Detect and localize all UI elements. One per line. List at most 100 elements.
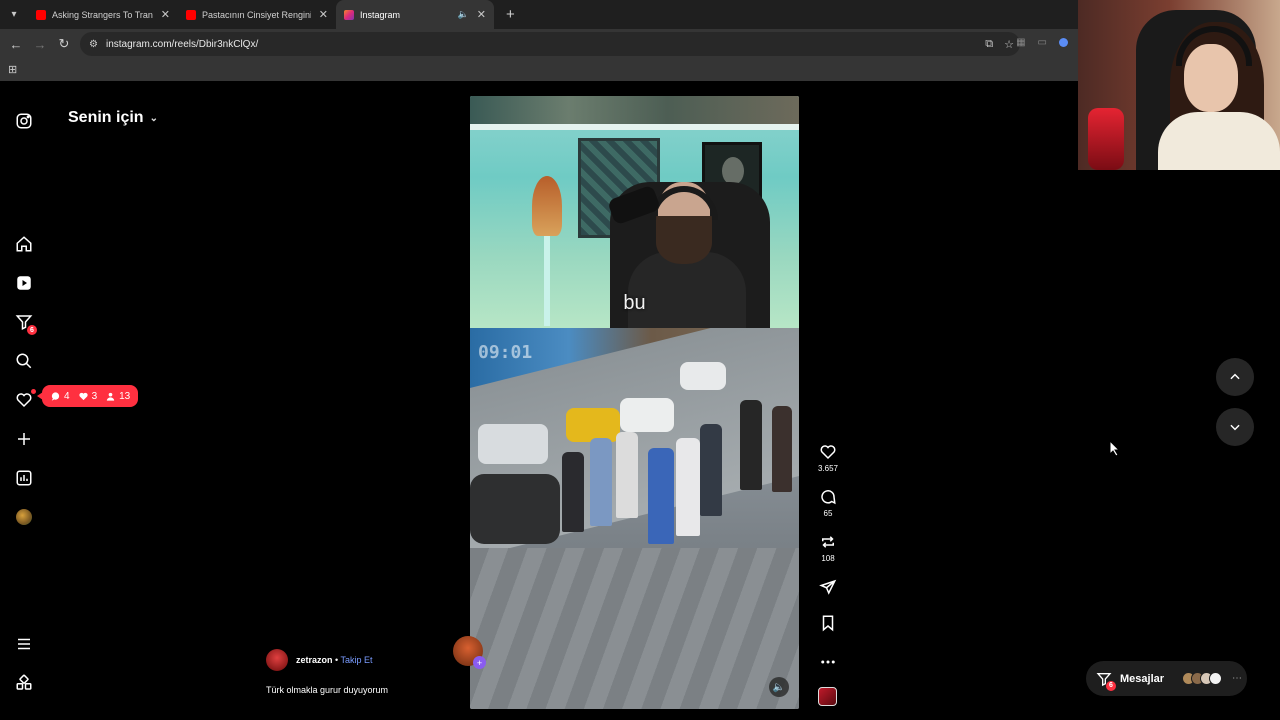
feed-selector[interactable]: Senin için ⌄ bbox=[68, 109, 158, 127]
bystander bbox=[590, 438, 612, 526]
address-bar[interactable]: ⚙ instagram.com/reels/Dbir3nkClQx/ ⧉ ☆ bbox=[80, 32, 1020, 56]
close-tab-icon[interactable]: ✕ bbox=[477, 8, 486, 21]
forward-arrow-icon[interactable]: → bbox=[28, 37, 52, 52]
volume-toggle-icon[interactable]: 🔈 bbox=[769, 677, 789, 697]
follow-plus-icon[interactable]: + bbox=[473, 656, 486, 669]
home-icon[interactable] bbox=[14, 234, 34, 254]
author-avatar[interactable] bbox=[266, 649, 288, 671]
sidebar: 6 bbox=[0, 81, 48, 720]
speaker-icon[interactable]: 🔈 bbox=[458, 9, 469, 20]
apps-grid-icon[interactable]: ⊞ bbox=[8, 63, 17, 76]
new-tab-button[interactable]: + bbox=[506, 6, 515, 23]
heart-icon[interactable] bbox=[14, 389, 36, 410]
reels-icon[interactable] bbox=[14, 273, 34, 293]
separator-dot: • bbox=[335, 655, 339, 665]
creator-avatar[interactable]: + bbox=[453, 636, 486, 669]
recent-chat-avatars bbox=[1182, 672, 1223, 685]
repost-button[interactable]: 108 bbox=[813, 533, 843, 563]
send-icon bbox=[819, 579, 837, 595]
author-username[interactable]: zetrazon bbox=[296, 655, 333, 665]
follow-count-group: 13 bbox=[105, 391, 130, 402]
headset bbox=[650, 186, 718, 220]
like-count: 3.657 bbox=[817, 464, 839, 473]
bystander bbox=[700, 424, 722, 516]
create-plus-icon[interactable] bbox=[14, 429, 34, 449]
white-car bbox=[680, 362, 726, 390]
notification-dot bbox=[31, 389, 36, 394]
bystander bbox=[562, 452, 584, 532]
comment-count-group: 4 bbox=[50, 391, 70, 402]
filter-badge: 6 bbox=[27, 325, 37, 335]
youtube-favicon-icon bbox=[36, 9, 46, 20]
tab-title: Pastacının Cinsiyet Rengini Karıştırdı bbox=[202, 9, 311, 20]
follow-link[interactable]: Takip Et bbox=[341, 655, 373, 665]
tab-instagram[interactable]: Instagram 🔈 ✕ bbox=[336, 0, 494, 29]
tab-title: Asking Strangers To Transform bbox=[52, 9, 153, 20]
reel-video[interactable]: bu 09:01 🔈 bbox=[470, 96, 799, 709]
share-button[interactable] bbox=[813, 578, 843, 596]
comment-button[interactable]: 65 bbox=[813, 488, 843, 518]
back-arrow-icon[interactable]: ← bbox=[4, 37, 28, 52]
dashboard-icon[interactable] bbox=[14, 468, 34, 488]
menu-icon[interactable] bbox=[14, 634, 34, 654]
comment-count: 65 bbox=[823, 509, 833, 518]
profile-avatar-icon[interactable] bbox=[1059, 38, 1068, 47]
save-button[interactable] bbox=[813, 614, 843, 632]
mouse-cursor-icon bbox=[1109, 440, 1121, 457]
url-text[interactable]: instagram.com/reels/Dbir3nkClQx/ bbox=[106, 39, 258, 50]
browser-toolbar: ← → ↻ ⚙ instagram.com/reels/Dbir3nkClQx/… bbox=[0, 29, 1078, 59]
messages-filter-icon[interactable]: 6 bbox=[14, 312, 37, 335]
streamer-scene: bu bbox=[470, 96, 799, 332]
notification-summary-pill[interactable]: 4 3 13 bbox=[36, 385, 139, 407]
shelf-edge bbox=[470, 124, 799, 130]
extensions-icon[interactable]: ▦ bbox=[1016, 37, 1025, 48]
streamer-beard bbox=[656, 216, 712, 264]
bystander bbox=[616, 432, 638, 518]
profile-avatar-image bbox=[16, 509, 32, 525]
webcam-overlay bbox=[1078, 0, 1280, 170]
heart-outline-icon bbox=[820, 445, 836, 460]
instagram-logo-icon[interactable] bbox=[14, 111, 34, 131]
like-count-group: 3 bbox=[78, 390, 98, 402]
toolbar-right: ▦ ▭ bbox=[1016, 37, 1068, 48]
bystander bbox=[676, 438, 700, 536]
video-subtitle: bu bbox=[623, 292, 646, 314]
bookmark-star-icon[interactable]: ☆ bbox=[1004, 38, 1014, 51]
close-tab-icon[interactable]: ✕ bbox=[319, 8, 328, 21]
repost-count: 108 bbox=[821, 554, 835, 563]
reload-icon[interactable]: ↻ bbox=[52, 36, 76, 52]
original-audio-thumbnail[interactable] bbox=[818, 687, 837, 706]
cctv-timestamp: 09:01 bbox=[478, 342, 533, 363]
like-button[interactable]: 3.657 bbox=[813, 443, 843, 473]
meta-apps-icon[interactable] bbox=[14, 673, 34, 693]
tab-search-chevron-icon[interactable]: ▾ bbox=[4, 5, 24, 25]
follow-notif-count: 13 bbox=[119, 390, 131, 402]
more-chats-icon: ⋯ bbox=[1232, 673, 1243, 684]
profile-avatar[interactable] bbox=[14, 507, 34, 527]
yellow-taxi bbox=[566, 408, 620, 442]
chat-avatar bbox=[1209, 672, 1223, 685]
lamp bbox=[532, 176, 562, 236]
like-notif-count: 3 bbox=[91, 390, 98, 402]
messages-button[interactable]: 6 Mesajlar ⋯ bbox=[1086, 661, 1247, 696]
search-icon[interactable] bbox=[14, 351, 34, 371]
webcam-microphone bbox=[1088, 108, 1124, 170]
site-info-icon[interactable]: ⚙ bbox=[89, 39, 98, 50]
wet-sidewalk bbox=[470, 548, 799, 709]
caption-text: Türk olmakla gurur duyuyorum bbox=[266, 685, 389, 695]
tab-youtube-1[interactable]: Asking Strangers To Transform ✕ bbox=[28, 0, 178, 29]
close-tab-icon[interactable]: ✕ bbox=[161, 8, 170, 21]
browser-tab-bar: ▾ Asking Strangers To Transform ✕ Pastac… bbox=[0, 0, 1078, 29]
bystander bbox=[648, 448, 674, 544]
tab-title: Instagram bbox=[360, 9, 401, 20]
previous-reel-button[interactable] bbox=[1216, 358, 1254, 396]
install-app-icon[interactable]: ⧉ bbox=[985, 38, 993, 51]
more-options-button[interactable] bbox=[813, 653, 843, 671]
bookmarks-bar: ⊞ bbox=[0, 59, 1078, 81]
tab-youtube-2[interactable]: Pastacının Cinsiyet Rengini Karıştırdı ✕ bbox=[178, 0, 336, 29]
instagram-page: 6 4 3 13 Senin için ⌄ bu 09:01 🔈 3.657 6… bbox=[0, 81, 1280, 720]
side-panel-icon[interactable]: ▭ bbox=[1038, 37, 1047, 48]
street-scene: 09:01 🔈 bbox=[470, 328, 799, 709]
comment-bubble-icon bbox=[821, 490, 836, 505]
next-reel-button[interactable] bbox=[1216, 408, 1254, 446]
